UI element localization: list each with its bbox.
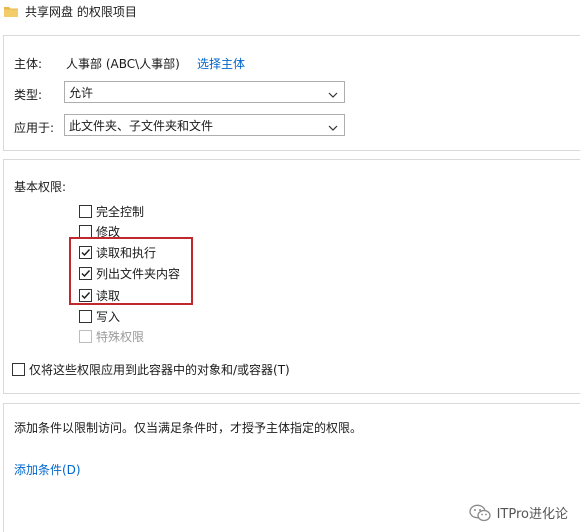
- applies-to-select-value: 此文件夹、子文件夹和文件: [69, 118, 214, 133]
- conditions-description: 添加条件以限制访问。仅当满足条件时，才授予主体指定的权限。: [14, 421, 363, 435]
- applies-to-label: 应用于:: [14, 121, 55, 135]
- checkbox-disabled: [79, 329, 92, 343]
- principal-label: 主体:: [14, 57, 43, 71]
- wechat-logo-icon: [468, 504, 491, 522]
- apply-to-children-option[interactable]: 仅将这些权限应用到此容器中的对象和/或容器(T): [12, 360, 290, 378]
- permission-special: 特殊权限: [79, 327, 144, 345]
- permission-entry-dialog: 共享网盘 的权限项目 主体: 人事部 (ABC\人事部) 选择主体 类型: 允许…: [0, 0, 580, 532]
- type-label: 类型:: [14, 88, 43, 102]
- permission-write[interactable]: 写入: [79, 307, 120, 325]
- type-select-value: 允许: [69, 85, 94, 100]
- add-condition-link[interactable]: 添加条件(D): [14, 461, 81, 478]
- permission-label: 特殊权限: [96, 329, 145, 344]
- chevron-down-icon: [328, 88, 338, 98]
- highlight-box: [69, 237, 193, 305]
- title-bar: 共享网盘 的权限项目: [0, 0, 580, 22]
- checkbox-unchecked[interactable]: [79, 309, 92, 323]
- apply-to-children-label: 仅将这些权限应用到此容器中的对象和/或容器(T): [29, 362, 290, 377]
- checkbox-unchecked[interactable]: [12, 362, 25, 376]
- permission-full-control[interactable]: 完全控制: [79, 202, 144, 220]
- principal-value: 人事部 (ABC\人事部): [66, 57, 180, 71]
- watermark-text: ITPro进化论: [496, 507, 568, 522]
- permission-label: 写入: [96, 309, 121, 324]
- watermark: ITPro进化论: [468, 503, 568, 522]
- permission-label: 完全控制: [96, 204, 145, 219]
- applies-to-select[interactable]: 此文件夹、子文件夹和文件: [64, 114, 345, 136]
- chevron-down-icon: [328, 121, 338, 131]
- checkbox-unchecked[interactable]: [79, 224, 92, 238]
- window-title: 共享网盘 的权限项目: [25, 4, 137, 19]
- folder-icon: [4, 6, 18, 17]
- select-principal-link[interactable]: 选择主体: [197, 55, 245, 72]
- basic-permissions-label: 基本权限:: [14, 180, 67, 194]
- type-select[interactable]: 允许: [64, 81, 345, 103]
- checkbox-unchecked[interactable]: [79, 204, 92, 218]
